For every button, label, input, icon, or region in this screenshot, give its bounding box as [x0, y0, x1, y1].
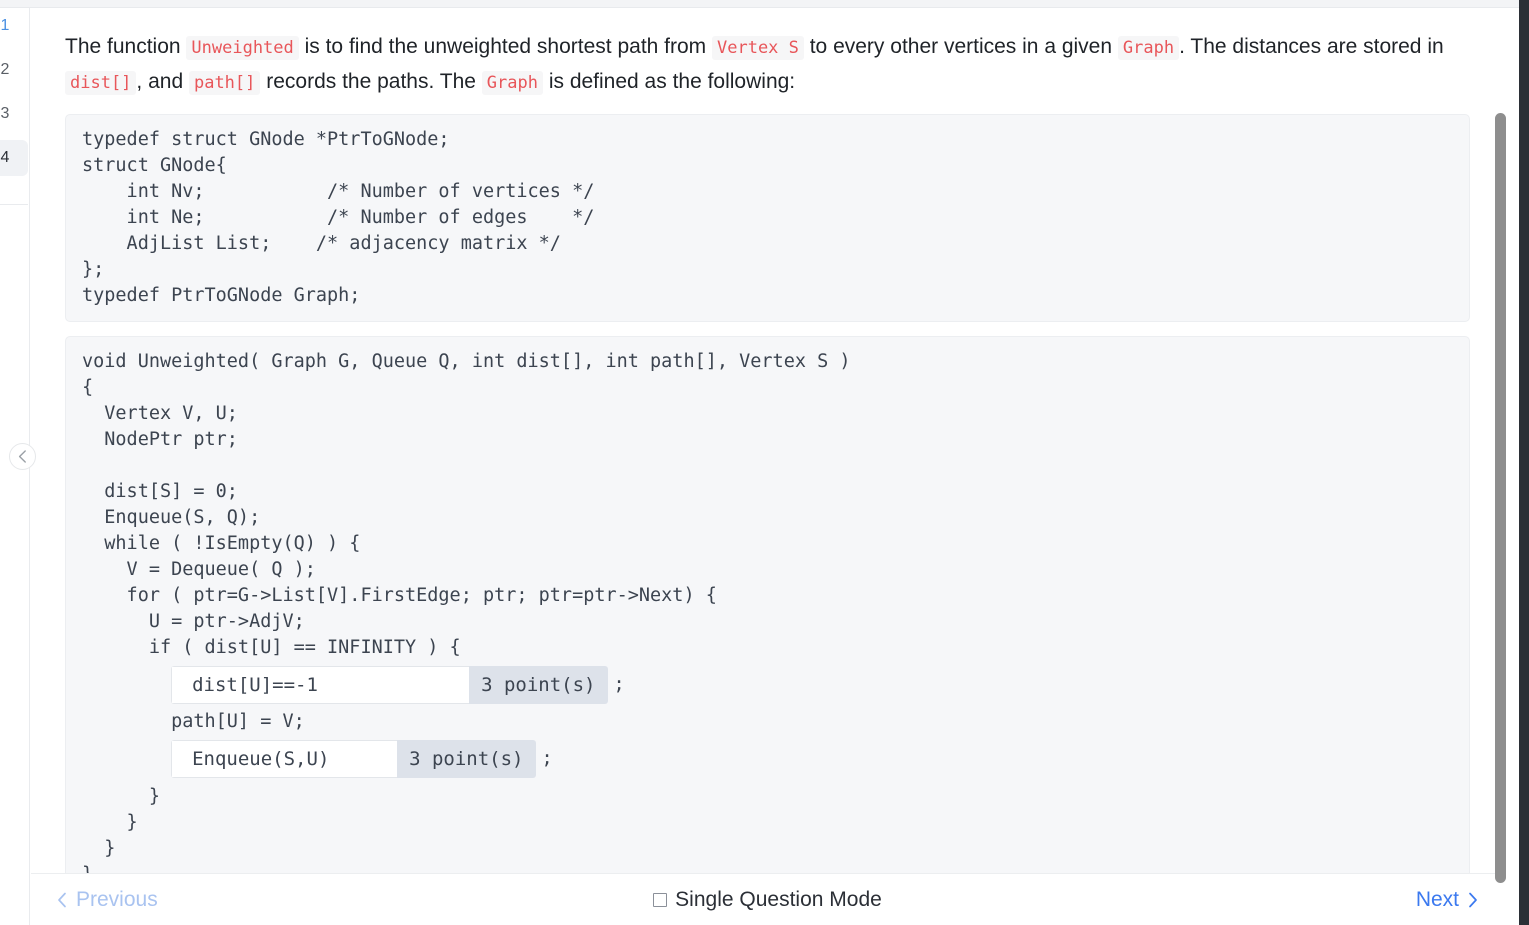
- prompt-text-3: to every other vertices in a given: [803, 35, 1118, 58]
- question-nav-item-3[interactable]: 3: [0, 96, 28, 132]
- next-label: Next: [1415, 887, 1459, 911]
- inline-code-graph-2: Graph: [481, 71, 543, 95]
- answer-input-2[interactable]: [171, 740, 398, 778]
- function-code-head: void Unweighted( Graph G, Queue Q, int d…: [82, 351, 851, 658]
- inline-code-graph-1: Graph: [1117, 36, 1180, 60]
- page-scrollbar-track[interactable]: [1495, 8, 1518, 925]
- chevron-left-icon: [58, 892, 66, 907]
- previous-button[interactable]: Previous: [57, 888, 158, 912]
- answer-row-1-indent: [82, 672, 171, 698]
- answer-blank-2: 3 point(s): [171, 740, 536, 778]
- inline-code-dist: dist[]: [65, 71, 137, 95]
- points-badge-2: 3 point(s): [397, 740, 536, 778]
- window-right-edge: [1519, 0, 1529, 925]
- top-strip: [0, 0, 1529, 8]
- single-question-mode: Single Question Mode: [31, 888, 1504, 912]
- inline-code-unweighted: Unweighted: [186, 36, 299, 60]
- inline-code-path: path[]: [188, 71, 261, 95]
- prompt-text-7: is defined as the following:: [542, 70, 796, 93]
- function-code-mid: path[U] = V;: [82, 711, 305, 732]
- prompt-text-4: . The distances are stored in: [1179, 35, 1444, 58]
- page-scrollbar-thumb[interactable]: [1495, 113, 1506, 883]
- function-code-tail: } } } }: [82, 786, 160, 881]
- single-question-mode-checkbox[interactable]: [653, 892, 668, 907]
- struct-code-block: typedef struct GNode *PtrToGNode; struct…: [65, 114, 1470, 322]
- function-code-block: void Unweighted( Graph G, Queue Q, int d…: [65, 336, 1470, 881]
- collapse-sidebar-button[interactable]: [9, 443, 36, 470]
- next-button[interactable]: Next: [1416, 888, 1478, 912]
- inline-code-vertex-s: Vertex S: [712, 36, 804, 60]
- question-scroll-area[interactable]: The function Unweighted is to find the u…: [31, 8, 1504, 881]
- prompt-text-6: records the paths. The: [260, 70, 482, 93]
- answer-blank-1: 3 point(s): [171, 666, 608, 704]
- question-prompt: The function Unweighted is to find the u…: [65, 30, 1470, 100]
- prompt-text-2: is to find the unweighted shortest path …: [298, 35, 712, 58]
- answer-row-2: 3 point(s) ;: [66, 740, 1469, 778]
- points-badge-1: 3 point(s): [469, 666, 608, 704]
- question-footer: Previous Single Question Mode Next: [31, 873, 1504, 925]
- answer-semicolon-2: ;: [541, 748, 553, 769]
- rail-divider: [0, 204, 28, 205]
- prompt-text-5: , and: [136, 70, 189, 93]
- question-nav-item-4[interactable]: 4: [0, 140, 28, 176]
- question-nav-list: 1 2 3 4: [0, 8, 28, 184]
- previous-label: Previous: [76, 887, 158, 911]
- answer-input-1[interactable]: [171, 666, 470, 704]
- question-nav-item-2[interactable]: 2: [0, 52, 28, 88]
- answer-row-1: 3 point(s) ;: [66, 666, 1469, 704]
- question-nav-item-1[interactable]: 1: [0, 8, 28, 44]
- struct-code-text: typedef struct GNode *PtrToGNode; struct…: [82, 129, 595, 306]
- answer-semicolon-1: ;: [613, 674, 625, 695]
- prompt-text-1: The function: [65, 35, 187, 58]
- chevron-left-icon: [18, 450, 26, 463]
- exam-question-page: 1 2 3 4 The function Unweighted is to fi…: [0, 0, 1529, 925]
- question-content: The function Unweighted is to find the u…: [31, 8, 1504, 925]
- single-question-mode-label: Single Question Mode: [675, 887, 882, 911]
- answer-row-2-indent: [82, 746, 171, 772]
- chevron-right-icon: [1469, 892, 1477, 907]
